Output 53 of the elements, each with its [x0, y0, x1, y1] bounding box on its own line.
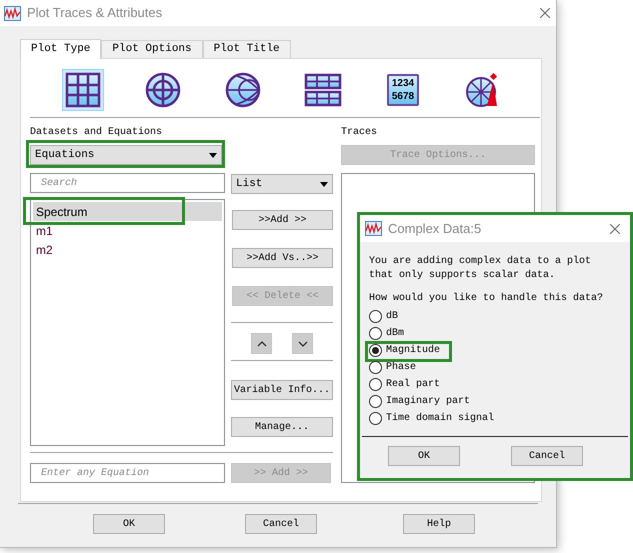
list-item[interactable]: m1	[33, 221, 222, 240]
tab[interactable]: Plot Options	[101, 40, 203, 58]
button[interactable]: Cancel	[245, 514, 317, 534]
question-text: How would you like to handle this data?	[369, 292, 604, 306]
radio-button[interactable]	[369, 344, 382, 357]
option-label: dBm	[386, 326, 404, 341]
button[interactable]: OK	[93, 514, 165, 534]
radio-button[interactable]	[369, 361, 382, 374]
section-label: Datasets and Equations	[30, 126, 164, 139]
chevron-down-icon	[298, 340, 308, 346]
radio-button[interactable]	[369, 395, 382, 408]
button[interactable]: Cancel	[511, 446, 583, 466]
window-title: Complex Data:5	[388, 220, 482, 238]
plot-type-option[interactable]	[62, 69, 104, 111]
chart-icon	[365, 221, 382, 236]
button[interactable]: >>Add Vs..>>	[232, 248, 333, 268]
list-item[interactable]: Spectrum	[33, 202, 222, 221]
option-label: Real part	[386, 378, 440, 392]
chart-icon	[4, 6, 21, 20]
button[interactable]: Variable Info...	[231, 380, 333, 400]
tab[interactable]: Plot Type	[20, 39, 102, 59]
button[interactable]: >>Add >>	[232, 210, 333, 230]
option-label: Phase	[386, 360, 416, 375]
move-up-button[interactable]	[251, 333, 272, 354]
equation-field[interactable]: Enter any Equation	[30, 463, 225, 483]
window-title: Plot Traces & Attributes	[27, 4, 164, 22]
button[interactable]: Manage...	[231, 417, 333, 437]
search-field[interactable]: Search	[30, 173, 225, 193]
caret-icon	[209, 152, 217, 158]
option-label: Imaginary part	[386, 394, 470, 409]
view-dropdown[interactable]: List	[231, 174, 333, 194]
caret-icon	[320, 182, 328, 186]
button[interactable]: OK	[388, 446, 460, 466]
option-label: dB	[386, 310, 398, 324]
option-label: Time domain signal	[386, 412, 494, 426]
message-text: You are adding complex data to a plot that only supports scalar data.	[369, 255, 592, 283]
button[interactable]: Help	[403, 514, 475, 534]
dataset-dropdown[interactable]: Equations	[30, 145, 222, 165]
option-label: Magnitude	[386, 344, 440, 358]
list-item[interactable]: m2	[33, 240, 222, 259]
move-down-button[interactable]	[292, 333, 313, 354]
target-icon	[143, 70, 183, 110]
smith-chart-icon	[223, 70, 263, 110]
close-icon[interactable]	[610, 224, 620, 234]
close-icon[interactable]	[540, 8, 550, 18]
chevron-up-icon	[256, 340, 266, 346]
radio-button[interactable]	[369, 327, 382, 340]
tab[interactable]: Plot Title	[202, 40, 291, 58]
section-label: Traces	[341, 126, 378, 139]
radio-button[interactable]	[369, 378, 382, 391]
radio-button[interactable]	[369, 310, 382, 323]
radio-button[interactable]	[369, 412, 382, 425]
grid-icon	[63, 70, 103, 110]
